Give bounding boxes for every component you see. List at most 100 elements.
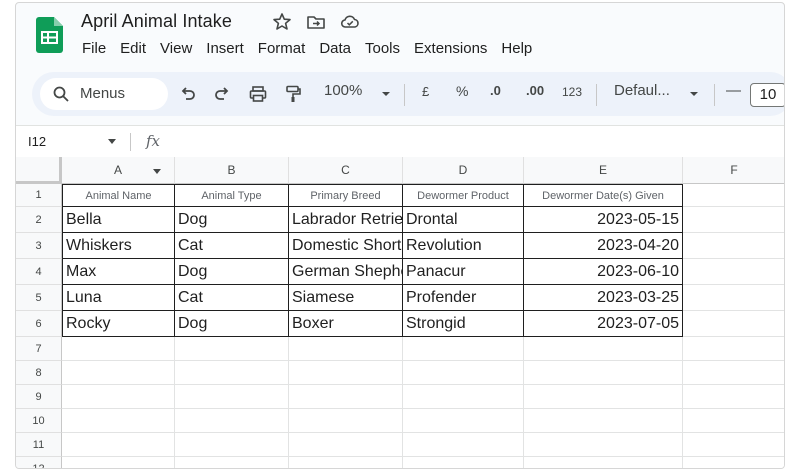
currency-format-button[interactable]: £: [422, 84, 429, 99]
column-header-e[interactable]: E: [524, 157, 683, 184]
cell-b8[interactable]: [175, 361, 289, 385]
cell-b5[interactable]: Cat: [175, 285, 289, 311]
cell-e9[interactable]: [524, 385, 683, 409]
cell-b12[interactable]: [175, 457, 289, 468]
row-header-4[interactable]: 4: [16, 259, 62, 285]
cell-c7[interactable]: [289, 337, 403, 361]
print-icon[interactable]: [248, 84, 268, 104]
cell-f9[interactable]: [683, 385, 784, 409]
cell-e2[interactable]: 2023-05-15: [524, 207, 683, 233]
cell-b11[interactable]: [175, 433, 289, 457]
column-header-f[interactable]: F: [683, 157, 784, 184]
row-header-10[interactable]: 10: [16, 409, 62, 433]
cell-f4[interactable]: [683, 259, 784, 285]
cell-d3[interactable]: Revolution: [403, 233, 524, 259]
cell-b7[interactable]: [175, 337, 289, 361]
menu-insert[interactable]: Insert: [199, 40, 251, 57]
move-to-folder-icon[interactable]: [306, 12, 326, 32]
menu-extensions[interactable]: Extensions: [407, 40, 494, 57]
cell-d1[interactable]: Dewormer Product: [403, 184, 524, 207]
document-title[interactable]: April Animal Intake: [81, 11, 232, 32]
cell-a2[interactable]: Bella: [62, 207, 175, 233]
cell-c10[interactable]: [289, 409, 403, 433]
undo-icon[interactable]: [178, 84, 198, 104]
decrease-font-size-button[interactable]: —: [726, 82, 741, 99]
menu-tools[interactable]: Tools: [358, 40, 407, 57]
cell-f6[interactable]: [683, 311, 784, 337]
cell-a6[interactable]: Rocky: [62, 311, 175, 337]
cell-c6[interactable]: Boxer: [289, 311, 403, 337]
cell-e4[interactable]: 2023-06-10: [524, 259, 683, 285]
menu-view[interactable]: View: [153, 40, 199, 57]
cell-f5[interactable]: [683, 285, 784, 311]
cell-a5[interactable]: Luna: [62, 285, 175, 311]
cell-e5[interactable]: 2023-03-25: [524, 285, 683, 311]
cell-c4[interactable]: German Shepherd: [289, 259, 403, 285]
star-icon[interactable]: [272, 12, 292, 32]
cell-e3[interactable]: 2023-04-20: [524, 233, 683, 259]
zoom-select[interactable]: 100%: [324, 82, 362, 99]
menu-file[interactable]: File: [82, 40, 113, 57]
font-size-input[interactable]: 10: [750, 83, 784, 107]
cell-c9[interactable]: [289, 385, 403, 409]
row-header-9[interactable]: 9: [16, 385, 62, 409]
cell-e6[interactable]: 2023-07-05: [524, 311, 683, 337]
zoom-dropdown-icon[interactable]: [376, 84, 396, 104]
row-header-2[interactable]: 2: [16, 207, 62, 233]
cell-c1[interactable]: Primary Breed: [289, 184, 403, 207]
search-menus-button[interactable]: Menus: [40, 78, 168, 110]
row-header-11[interactable]: 11: [16, 433, 62, 457]
cell-b6[interactable]: Dog: [175, 311, 289, 337]
cell-d8[interactable]: [403, 361, 524, 385]
cell-d12[interactable]: [403, 457, 524, 468]
cell-d10[interactable]: [403, 409, 524, 433]
cell-b2[interactable]: Dog: [175, 207, 289, 233]
more-formats-button[interactable]: 123: [562, 85, 582, 99]
cell-b3[interactable]: Cat: [175, 233, 289, 259]
cell-c2[interactable]: Labrador Retriever: [289, 207, 403, 233]
row-header-6[interactable]: 6: [16, 311, 62, 337]
cell-c3[interactable]: Domestic Shorthair: [289, 233, 403, 259]
cell-f10[interactable]: [683, 409, 784, 433]
cell-f3[interactable]: [683, 233, 784, 259]
cell-e12[interactable]: [524, 457, 683, 468]
cell-a12[interactable]: [62, 457, 175, 468]
cell-d7[interactable]: [403, 337, 524, 361]
menu-format[interactable]: Format: [251, 40, 313, 57]
cell-f2[interactable]: [683, 207, 784, 233]
cell-b4[interactable]: Dog: [175, 259, 289, 285]
redo-icon[interactable]: [212, 84, 232, 104]
cell-d6[interactable]: Strongid: [403, 311, 524, 337]
cell-b10[interactable]: [175, 409, 289, 433]
cell-d9[interactable]: [403, 385, 524, 409]
menu-data[interactable]: Data: [312, 40, 358, 57]
cell-e10[interactable]: [524, 409, 683, 433]
column-header-d[interactable]: D: [403, 157, 524, 184]
cell-e1[interactable]: Dewormer Date(s) Given: [524, 184, 683, 207]
cell-b1[interactable]: Animal Type: [175, 184, 289, 207]
cell-e11[interactable]: [524, 433, 683, 457]
cell-c11[interactable]: [289, 433, 403, 457]
cell-c12[interactable]: [289, 457, 403, 468]
row-header-7[interactable]: 7: [16, 337, 62, 361]
cell-f1[interactable]: [683, 184, 784, 207]
cell-f11[interactable]: [683, 433, 784, 457]
font-select[interactable]: Defaul...: [614, 82, 670, 99]
select-all-corner[interactable]: [16, 157, 62, 184]
cell-a4[interactable]: Max: [62, 259, 175, 285]
cell-d11[interactable]: [403, 433, 524, 457]
cell-b9[interactable]: [175, 385, 289, 409]
column-header-b[interactable]: B: [175, 157, 289, 184]
cell-f7[interactable]: [683, 337, 784, 361]
column-a-dropdown-icon[interactable]: [153, 169, 161, 174]
decrease-decimal-button[interactable]: .0: [490, 83, 501, 98]
cell-a1[interactable]: Animal Name: [62, 184, 175, 207]
cell-a3[interactable]: Whiskers: [62, 233, 175, 259]
row-header-5[interactable]: 5: [16, 285, 62, 311]
cell-d4[interactable]: Panacur: [403, 259, 524, 285]
cell-c8[interactable]: [289, 361, 403, 385]
cell-a9[interactable]: [62, 385, 175, 409]
menu-edit[interactable]: Edit: [113, 40, 153, 57]
cell-e8[interactable]: [524, 361, 683, 385]
cell-f8[interactable]: [683, 361, 784, 385]
